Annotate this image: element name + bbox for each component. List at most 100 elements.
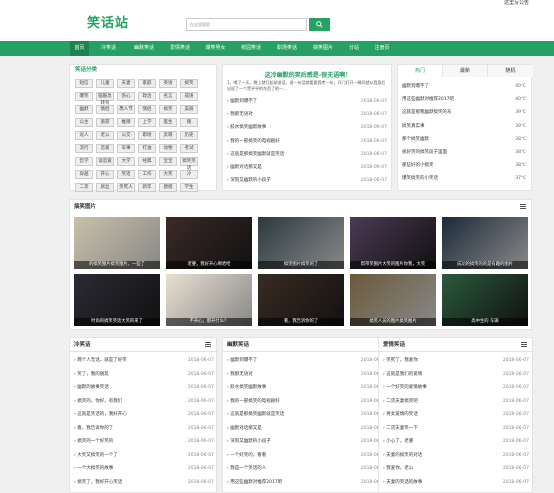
category-tag[interactable]: 屌丝 [96,183,114,192]
category-tag[interactable]: 笑话 [117,170,135,179]
tab-random[interactable]: 随机 [488,65,533,77]
list-item[interactable]: › 夫妻的搞笑的对话 2018-06-07 [383,451,529,460]
category-tag[interactable]: 政治 [138,92,156,101]
list-item[interactable]: › 幽默到爆不了 2018-06-07 [227,356,387,365]
category-tag[interactable]: 打油 [138,144,156,153]
category-tag[interactable]: 推销 [117,118,135,127]
gallery-caption[interactable]: 老婆，我好开心啊哈哈 [166,261,252,269]
category-tag[interactable]: 搞笑 [180,79,198,88]
list-item[interactable]: › 我那无语对 2018-06-07 [227,370,387,379]
gallery-caption[interactable]: 成功的搞笑的的是有趣的图片 [442,261,528,269]
category-tag[interactable]: 军事 [117,144,135,153]
item-title[interactable]: 用这些幽默对推荐2017吧 [402,97,454,102]
gallery-thumbnail[interactable]: 搞笑人员的图片搞笑图片 [350,274,436,326]
category-tag[interactable]: 历史 [180,131,198,140]
list-icon[interactable] [205,342,211,347]
list-item[interactable]: › 深刻又幽默的小段子 2018-06-07 [227,176,387,185]
list-item[interactable]: › 搞笑的一个好笑的 2018-06-07 [74,437,214,446]
item-title[interactable]: 很好笑的搞笑段子里面 [402,150,447,155]
item-title[interactable]: 搞笑了，我好开心笑话 [77,480,122,485]
category-tag[interactable]: 经典 [138,157,156,166]
list-item[interactable]: › 一个好笑的爱情故事 2018-06-07 [383,383,529,392]
category-tag[interactable]: 学生 [180,183,198,192]
list-item[interactable]: › 这就是那搞笑幽默就是笑话 2018-06-07 [227,150,387,159]
category-tag[interactable]: 唐僧 [159,183,177,192]
nav-funny-couples[interactable]: 爆笑男女 [199,41,232,56]
nav-love-jokes[interactable]: 爱情笑话 [163,41,197,56]
nav-home[interactable]: 首页 [70,41,89,56]
hot-item[interactable]: 幽默到爆不了 40℃ [402,81,532,93]
item-title[interactable]: 两个人无话，就是了好笑 [77,358,127,363]
notice-link[interactable]: 这里写公告 [504,0,529,7]
item-title[interactable]: 大笑又搞笑的一个了 [77,453,118,458]
list-item[interactable]: › 夫妻的笑话的故事 2018-06-07 [383,478,529,487]
list-item[interactable]: › 搞笑了，我好开心笑话 2018-06-07 [74,478,214,487]
list-item[interactable]: › 我的一部搞笑的电视剧好 2018-06-07 [227,397,387,406]
category-tag[interactable]: 愚人节 [117,105,135,114]
category-tag[interactable]: 美丽 [180,105,198,114]
list-item[interactable]: › 这就是笑话的，我好开心 2018-06-07 [74,410,214,419]
item-title[interactable]: 一个好笑的爱情故事 [386,385,427,390]
item-title[interactable]: 小心了，老婆 [386,439,413,444]
item-title[interactable]: 我那无语对 [230,112,253,117]
list-item[interactable]: › 幽默到爆不了 2018-06-07 [227,97,387,106]
item-title[interactable]: 一个大搞笑的故事 [77,466,113,471]
hot-item[interactable]: 那个搞笑幽默 38℃ [402,134,532,146]
category-tag[interactable]: 谈恋爱 [96,157,114,166]
list-item[interactable]: › 幽默的故事笑话 2018-06-07 [74,383,214,392]
nav-register[interactable]: 注册页 [368,41,396,56]
nav-campus-jokes[interactable]: 校园笑话 [234,41,268,56]
item-title[interactable]: 爆笑搞笑的小笑话 [402,176,438,181]
list-item[interactable]: › 笑死了，我爱你 2018-06-07 [383,356,529,365]
hot-item[interactable]: 那些好的小搞笑 38℃ [402,160,532,172]
item-title[interactable]: 搞笑的，你好，有我们 [77,399,122,404]
list-item[interactable]: › 搞笑的，你好，有我们 2018-06-07 [74,397,214,406]
item-title[interactable]: 这就是我们的爱情 [386,372,422,377]
list-item[interactable]: › 男女爱情的笑话 2018-06-07 [383,410,529,419]
nav-substation[interactable]: 分站 [342,41,366,56]
item-title[interactable]: 这就是那搞笑幽默就是笑话 [230,152,284,157]
list-item[interactable]: › 我那无语对 2018-06-07 [227,110,387,119]
list-item[interactable]: › 胶水搞笑幽默故事 2018-06-07 [227,383,387,392]
gallery-thumbnail[interactable]: 看，我告诉你的了 [258,274,344,326]
item-title[interactable]: 用这些幽默对推荐2017吧 [230,480,282,485]
site-logo[interactable]: 笑话站 [87,16,129,32]
gallery-thumbnail[interactable]: 老婆，我好开心啊哈哈 [166,217,252,269]
item-title[interactable]: 胶水搞笑幽默故事 [230,125,266,130]
category-tag[interactable]: 成语 [180,92,198,101]
item-title[interactable]: 那个搞笑幽默 [402,137,429,142]
nav-cold-jokes[interactable]: 冷笑话 [92,41,125,56]
category-tag[interactable]: 名言 [159,92,177,101]
category-tag[interactable]: 幽默 [75,105,93,114]
gallery-thumbnail[interactable]: 不开心，那开什么？ [166,274,252,326]
item-title[interactable]: 胶水搞笑幽默故事 [230,385,266,390]
item-title[interactable]: 我的一部搞笑的电视剧好 [230,399,280,404]
category-tag[interactable]: 上学 [138,118,156,127]
nav-funny-pics[interactable]: 搞笑图片 [306,41,340,56]
item-title[interactable]: 笑死了，我爱你 [386,358,418,363]
list-item[interactable]: › 笑了，我的朋友 2018-06-07 [74,370,214,379]
category-tag[interactable]: 旅游 [96,118,114,127]
category-tag[interactable]: 搞笑笑话 [180,157,198,171]
category-tag[interactable]: 公交 [117,131,135,140]
item-title[interactable]: 男女爱情的笑话 [386,412,418,417]
category-tag[interactable]: 家庭 [138,79,156,88]
list-item[interactable]: › 一个好笑的，看看 2018-06-07 [227,451,387,460]
category-tag[interactable]: 公主 [75,118,93,127]
item-title[interactable]: 这就是那我幽默搞笑的东 [402,110,452,115]
category-tag[interactable]: 开心 [96,170,114,179]
category-tag[interactable]: 哲学 [75,157,93,166]
category-tag[interactable]: 伤心 [117,92,135,101]
hot-item[interactable]: 用这些幽默对推荐2017吧 40℃ [402,94,532,106]
category-tag[interactable]: 情侣 [138,105,156,114]
item-title[interactable]: 幽默对话那又是 [230,426,262,431]
category-tag[interactable]: 考试 [180,144,198,153]
category-tag[interactable]: 大笑 [159,170,177,179]
item-title[interactable]: 那些好的小搞笑 [402,163,434,168]
item-title[interactable]: 我爱你，老公 [386,466,413,471]
gallery-thumbnail[interactable]: 的搞笑图片搞笑图片，一些了 [74,217,160,269]
search-input[interactable]: 在这里搜索 [186,18,307,31]
category-tag[interactable]: 爆笑 [75,92,93,101]
item-title[interactable]: 笑了，我的朋友 [77,372,109,377]
list-item[interactable]: › 幽默对话那又是 2018-06-07 [227,424,387,433]
